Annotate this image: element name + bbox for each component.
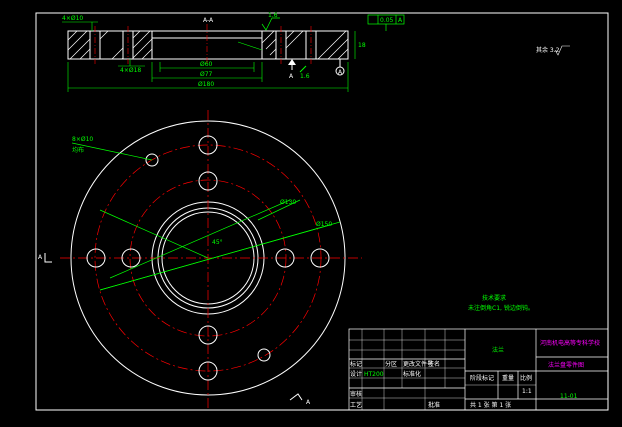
reviewer-label: 审核 <box>350 390 362 398</box>
revision-sign: 签名 <box>428 360 440 368</box>
default-roughness-note: 其余 3.2 <box>536 46 560 54</box>
drawing-number: 11-01 <box>560 393 578 400</box>
section-mark-left: A <box>38 254 43 261</box>
standardize-label: 标准化 <box>403 370 421 378</box>
process-label: 工艺 <box>350 401 362 409</box>
weight-label: 重量 <box>502 374 514 382</box>
section-label: A-A <box>203 17 214 24</box>
drawing-title: 法兰盘零件图 <box>548 361 584 369</box>
tolerance-datum: A <box>398 17 403 24</box>
part-name: 法兰 <box>492 346 504 354</box>
pcd-callout-1: Ø130 <box>280 199 296 206</box>
tolerance-value: 0.05 <box>380 17 394 24</box>
hole-callout-sub: 均布 <box>72 146 84 154</box>
material-value: HT200 <box>364 371 384 378</box>
designer-label: 设计 <box>350 370 362 378</box>
school-name: 河南机电高等专科学校 <box>540 339 600 347</box>
dim-height: 18 <box>358 42 366 49</box>
hole-callout: 8×Ø10 <box>72 136 93 143</box>
plan-view: 8×Ø10 均布 Ø130 Ø150 45° A A <box>38 110 362 408</box>
roughness-side: 1.6 <box>300 73 310 80</box>
dim-hole-top: 4×Ø10 <box>62 15 83 22</box>
tech-notes-line1: 未注倒角C1, 锐边倒钝。 <box>468 304 534 312</box>
pcd-callout-2: Ø150 <box>316 221 332 228</box>
scale-label: 比例 <box>520 374 532 382</box>
roughness-top: 1.6 <box>268 12 278 19</box>
drawing-viewport: 4×Ø10 4×Ø18 Ø60 Ø77 Ø180 18 A-A 1.6 0.05… <box>0 0 622 423</box>
angle-callout: 45° <box>212 239 223 246</box>
section-mark-bottom: A <box>306 399 311 406</box>
revision-mark: 标记 <box>350 360 362 368</box>
revision-zone: 分区 <box>385 360 397 368</box>
datum-right: A <box>338 69 343 76</box>
dim-inner-diameter: Ø60 <box>200 61 213 68</box>
sheet-info: 共 1 张 第 1 张 <box>470 401 511 409</box>
dim-mid-diameter: Ø77 <box>200 71 213 78</box>
dim-outer-diameter: Ø180 <box>198 81 214 88</box>
stage-label: 阶段标记 <box>470 374 494 382</box>
datum-bottom: A <box>289 73 294 80</box>
scale-value: 1:1 <box>522 388 532 395</box>
dim-hole-bottom: 4×Ø18 <box>120 67 141 74</box>
tech-notes-title: 技术要求 <box>482 294 506 302</box>
section-view: 4×Ø10 4×Ø18 Ø60 Ø77 Ø180 18 A-A 1.6 0.05… <box>62 12 405 92</box>
approve-label: 批准 <box>428 401 440 409</box>
cad-drawing: 4×Ø10 4×Ø18 Ø60 Ø77 Ø180 18 A-A 1.6 0.05… <box>35 12 609 411</box>
